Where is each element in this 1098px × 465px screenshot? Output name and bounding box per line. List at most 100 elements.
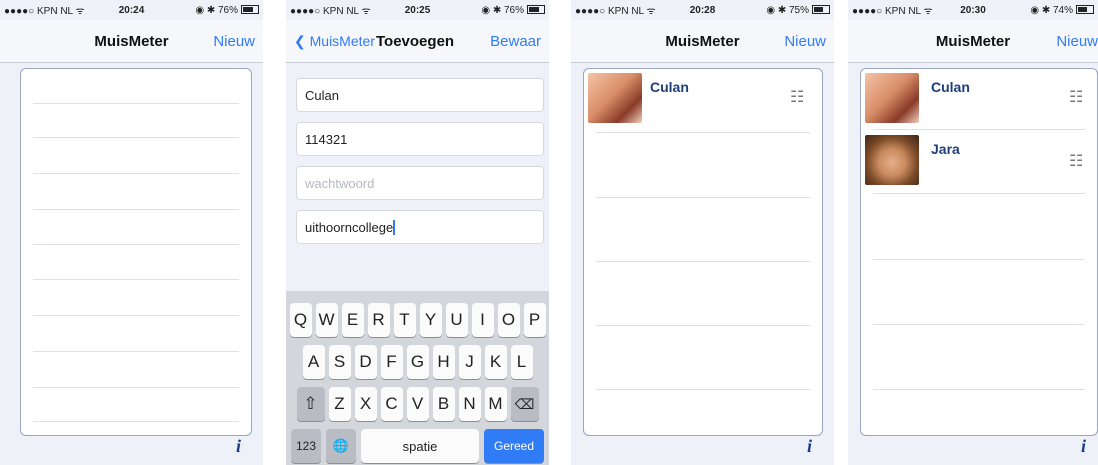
list-separator [873, 324, 1085, 325]
keyboard-row-3: ⇧ Z X C V B N M ⌫ [286, 387, 549, 421]
carrier-text: ●●●●○ KPN NL ᯤ [290, 6, 371, 17]
carrier-text: ●●●●○ KPN NL ᯤ [852, 6, 933, 17]
battery-text: ◉ ✱ 75% [766, 4, 809, 16]
status-right: ◉ ✱ 76% [174, 5, 259, 16]
new-button[interactable]: Nieuw [1056, 33, 1098, 50]
clock: 20:24 [118, 4, 145, 16]
battery-icon [1076, 5, 1095, 15]
key-o[interactable]: O [497, 303, 520, 337]
keyboard-row-2: A S D F G H J K L [286, 345, 549, 379]
student-name[interactable]: Jara [931, 141, 960, 157]
key-m[interactable]: M [484, 387, 507, 421]
list-separator [33, 137, 239, 138]
list-separator [596, 132, 810, 133]
numbers-key[interactable]: 123 [291, 429, 321, 463]
list-separator [873, 389, 1085, 390]
avatar [865, 135, 919, 185]
number-field[interactable]: 114321 [296, 122, 544, 156]
battery-icon [527, 5, 545, 15]
list-separator [33, 103, 239, 104]
screen-two-students: ●●●●○ KPN NL ᯤ 20:30 ◉ ✱ 74% MuisMeter N… [848, 0, 1098, 465]
student-name[interactable]: Culan [931, 79, 970, 95]
key-d[interactable]: D [354, 345, 377, 379]
list-separator [596, 261, 810, 262]
key-e[interactable]: E [341, 303, 364, 337]
avatar [588, 73, 642, 123]
new-button[interactable]: Nieuw [784, 33, 826, 50]
info-icon[interactable]: i [807, 436, 812, 457]
key-a[interactable]: A [302, 345, 325, 379]
list-separator [33, 421, 239, 422]
key-c[interactable]: C [380, 387, 403, 421]
done-key[interactable]: Gereed [484, 429, 544, 463]
avatar [865, 73, 919, 123]
name-field[interactable]: Culan [296, 78, 544, 112]
status-right: ◉ ✱ 74% [1013, 5, 1095, 16]
key-s[interactable]: S [328, 345, 351, 379]
key-b[interactable]: B [432, 387, 455, 421]
key-v[interactable]: V [406, 387, 429, 421]
key-y[interactable]: Y [419, 303, 442, 337]
key-u[interactable]: U [445, 303, 468, 337]
list-separator [33, 279, 239, 280]
battery-icon [241, 5, 259, 15]
key-h[interactable]: H [432, 345, 455, 379]
key-z[interactable]: Z [328, 387, 351, 421]
key-l[interactable]: L [510, 345, 533, 379]
student-name[interactable]: Culan [650, 79, 689, 95]
battery-text: ◉ ✱ 76% [481, 4, 524, 16]
status-bar: ●●●●○ KPN NL ᯤ 20:28 ◉ ✱ 75% [571, 0, 834, 20]
keyboard-row-1: Q W E R T Y U I O P [286, 303, 549, 337]
key-j[interactable]: J [458, 345, 481, 379]
clock: 20:25 [404, 4, 431, 16]
student-list[interactable] [20, 68, 252, 436]
screen-empty-list: ●●●●○ KPN NL ᯤ 20:24 ◉ ✱ 76% MuisMeter N… [0, 0, 263, 465]
key-r[interactable]: R [367, 303, 390, 337]
school-field[interactable]: uithoorncollege [296, 210, 544, 244]
key-k[interactable]: K [484, 345, 507, 379]
key-f[interactable]: F [380, 345, 403, 379]
list-separator [33, 387, 239, 388]
info-icon[interactable]: i [236, 436, 241, 457]
key-x[interactable]: X [354, 387, 377, 421]
list-separator [596, 325, 810, 326]
key-w[interactable]: W [315, 303, 338, 337]
save-button[interactable]: Bewaar [490, 33, 541, 50]
status-bar: ●●●●○ KPN NL ᯤ 20:24 ◉ ✱ 76% [0, 0, 263, 20]
nav-bar: MuisMeter Nieuw [0, 20, 263, 63]
new-button[interactable]: Nieuw [213, 33, 255, 50]
key-n[interactable]: N [458, 387, 481, 421]
page-title: Toevoegen [376, 33, 455, 50]
backspace-key[interactable]: ⌫ [510, 387, 539, 421]
key-t[interactable]: T [393, 303, 416, 337]
back-label: MuisMeter [309, 33, 375, 49]
list-separator [33, 173, 239, 174]
key-i[interactable]: I [471, 303, 494, 337]
status-bar: ●●●●○ KPN NL ᯤ 20:25 ◉ ✱ 76% [286, 0, 549, 20]
list-icon[interactable]: ☷ [790, 87, 806, 107]
nav-bar: MuisMeter Nieuw [848, 20, 1098, 63]
key-g[interactable]: G [406, 345, 429, 379]
list-icon[interactable]: ☷ [1069, 151, 1085, 171]
student-list[interactable]: Culan ☷ [583, 68, 823, 436]
battery-icon [812, 5, 830, 15]
carrier-text: ●●●●○ KPN NL ᯤ [575, 6, 656, 17]
list-separator [33, 351, 239, 352]
status-bar: ●●●●○ KPN NL ᯤ 20:30 ◉ ✱ 74% [848, 0, 1098, 20]
nav-bar: ❮ MuisMeter Toevoegen Bewaar [286, 20, 549, 63]
student-list[interactable]: Culan ☷ Jara ☷ [860, 68, 1098, 436]
list-separator [596, 197, 810, 198]
text-caret [393, 220, 396, 235]
keyboard-row-4: 123 🌐 spatie Gereed [286, 429, 549, 463]
list-icon[interactable]: ☷ [1069, 87, 1085, 107]
shift-key[interactable]: ⇧ [296, 387, 325, 421]
back-button[interactable]: ❮ MuisMeter [294, 33, 375, 50]
space-key[interactable]: spatie [361, 429, 479, 463]
clock: 20:30 [960, 4, 986, 16]
key-p[interactable]: P [523, 303, 546, 337]
list-separator [873, 193, 1085, 194]
globe-icon[interactable]: 🌐 [326, 429, 356, 463]
key-q[interactable]: Q [289, 303, 312, 337]
password-field[interactable]: wachtwoord [296, 166, 544, 200]
info-icon[interactable]: i [1081, 436, 1086, 457]
